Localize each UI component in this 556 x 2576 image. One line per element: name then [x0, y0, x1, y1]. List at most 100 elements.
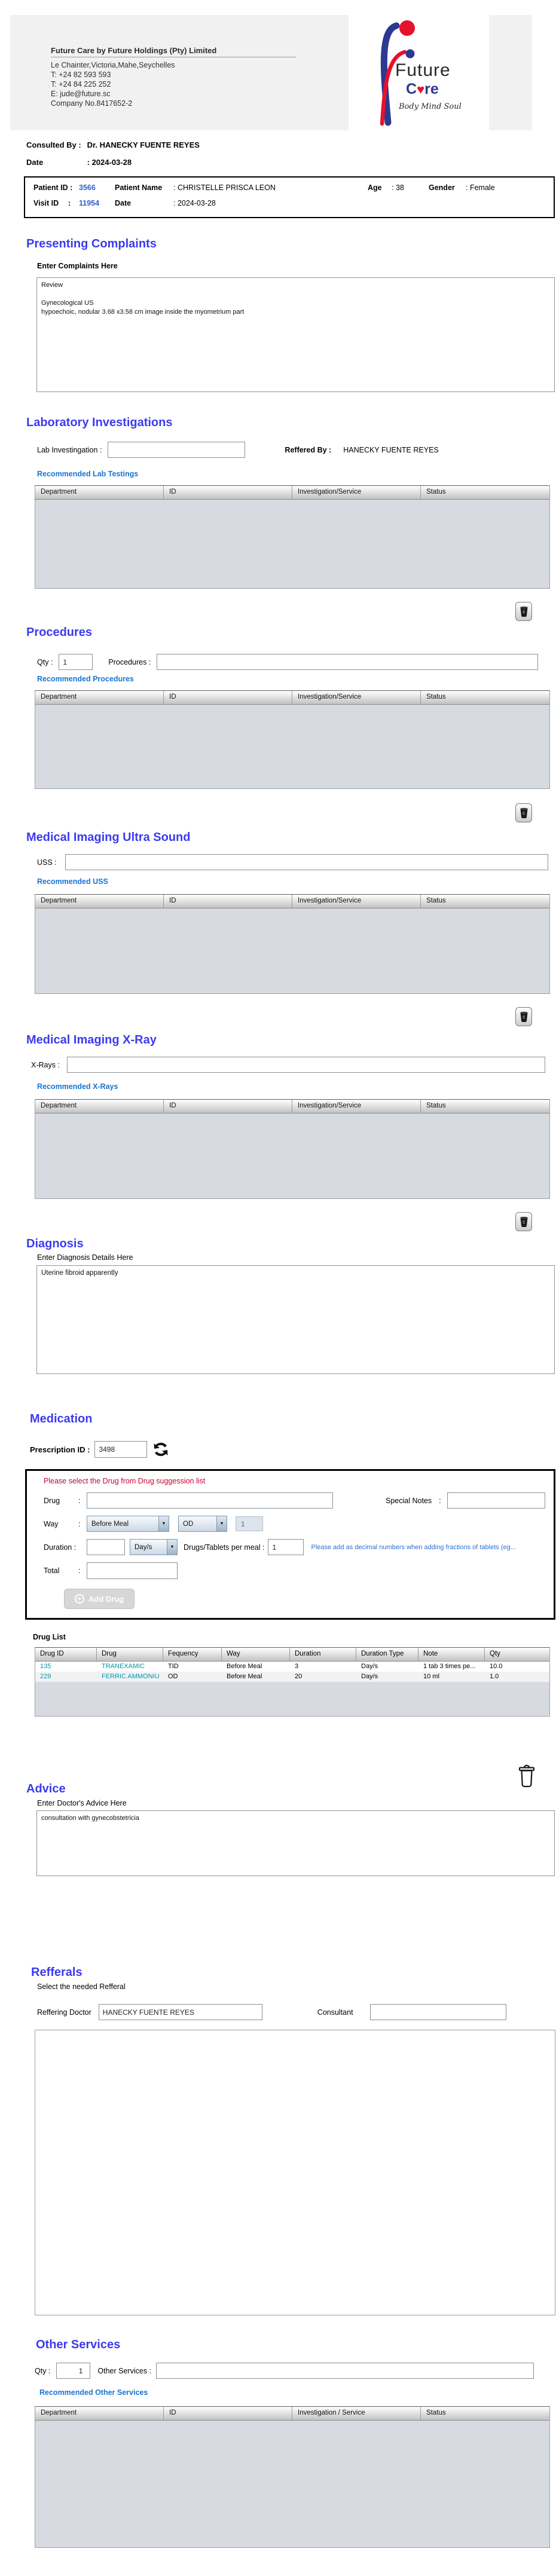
drug-table-row[interactable]: 229 FERRIC AMMONIU OD Before Meal 20 Day… — [35, 1672, 549, 1682]
chevron-down-icon: ▼ — [158, 1516, 169, 1531]
diagnosis-textarea[interactable]: Uterine fibroid apparently — [36, 1265, 555, 1374]
xray-delete-button[interactable]: c — [515, 1212, 532, 1231]
total-row: Total : — [44, 1562, 554, 1579]
procedures-delete-button[interactable]: c — [515, 803, 532, 822]
other-col-status[interactable]: Status — [421, 2407, 549, 2420]
drug-col-way[interactable]: Way — [222, 1648, 290, 1661]
recommended-lab-testings-link[interactable]: Recommended Lab Testings — [37, 470, 138, 478]
lab-investigation-input[interactable] — [108, 442, 246, 458]
consult-date-value: : 2024-03-28 — [87, 158, 132, 167]
other-qty-input[interactable] — [56, 2363, 91, 2379]
drug-col-duration[interactable]: Duration — [290, 1648, 356, 1661]
patient-gender-label: Gender — [429, 183, 455, 192]
way-select[interactable]: Before Meal ▼ — [87, 1516, 169, 1532]
xray-col-status[interactable]: Status — [421, 1100, 549, 1113]
lab-col-department[interactable]: Department — [35, 486, 164, 499]
uss-col-department[interactable]: Department — [35, 895, 164, 908]
procedures-qty-label: Qty : — [37, 657, 53, 666]
section-title-advice: Advice — [26, 1782, 66, 1795]
reffering-doctor-input[interactable] — [98, 2004, 262, 2020]
duration-input[interactable] — [87, 1539, 125, 1555]
logo-care-re: re — [424, 81, 439, 97]
recommended-other-services-link[interactable]: Recommended Other Services — [39, 2388, 148, 2397]
per-meal-input[interactable] — [268, 1539, 304, 1555]
procedures-col-id[interactable]: ID — [164, 691, 292, 704]
complaints-sublabel: Enter Complaints Here — [37, 262, 118, 270]
uss-col-id[interactable]: ID — [164, 895, 292, 908]
uss-col-service[interactable]: Investigation/Service — [292, 895, 421, 908]
xray-field-row: X-Rays : — [31, 1057, 556, 1073]
procedures-qty-input[interactable] — [59, 654, 93, 670]
lab-table-header: Department ID Investigation/Service Stat… — [35, 486, 549, 500]
visit-id-colon: : — [68, 199, 71, 207]
special-notes-input[interactable] — [447, 1492, 546, 1509]
consultation-report-page: Future Care by Future Holdings (Pty) Lim… — [0, 0, 556, 2576]
other-col-department[interactable]: Department — [35, 2407, 164, 2420]
xray-input[interactable] — [66, 1057, 545, 1073]
patient-id-value: 3566 — [79, 183, 96, 192]
drug-input[interactable] — [87, 1492, 333, 1509]
drug-col-qty[interactable]: Qty — [485, 1648, 549, 1661]
logo-care-c: C — [406, 81, 417, 97]
prescription-id-label: Prescription ID : — [30, 1445, 90, 1454]
frequency-select[interactable]: OD ▼ — [178, 1516, 227, 1532]
refferal-list-box[interactable] — [35, 2030, 555, 2315]
uss-delete-button[interactable]: c — [515, 1007, 532, 1026]
consultant-input[interactable] — [369, 2004, 506, 2020]
procedures-field-row: Qty : Procedures : — [37, 654, 556, 670]
uss-input[interactable] — [65, 854, 548, 870]
drug-table-row[interactable]: 135 TRANEXAMIC TID Before Meal 3 Day/s 1… — [35, 1662, 549, 1672]
other-col-service[interactable]: Investigation / Service — [292, 2407, 421, 2420]
duration-label: Duration : — [44, 1543, 77, 1552]
complaints-textarea[interactable]: Review Gynecological US hypoechoic, nodu… — [36, 277, 555, 392]
duration-type-select[interactable]: Day/s ▼ — [130, 1539, 178, 1555]
lab-col-id[interactable]: ID — [164, 486, 292, 499]
procedures-col-service[interactable]: Investigation/Service — [292, 691, 421, 704]
drug-col-frequency[interactable]: Fequency — [163, 1648, 222, 1661]
visit-date-label: Date — [115, 199, 132, 207]
procedures-actions: c — [0, 803, 550, 822]
logo-wordmark-care: C♥re — [406, 81, 439, 98]
procedures-col-status[interactable]: Status — [421, 691, 549, 704]
other-services-input[interactable] — [156, 2363, 534, 2379]
procedures-col-department[interactable]: Department — [35, 691, 164, 704]
prescription-id-input[interactable] — [94, 1441, 148, 1458]
xray-col-id[interactable]: ID — [164, 1100, 292, 1113]
section-title-refferals: Refferals — [31, 1966, 83, 1979]
patient-row-1: Patient ID : 3566 Patient Name : CHRISTE… — [33, 183, 545, 192]
other-services-table-body — [35, 2421, 549, 2547]
procedures-input[interactable] — [157, 654, 539, 670]
xray-table-header: Department ID Investigation/Service Stat… — [35, 1100, 549, 1113]
lab-actions: c — [0, 602, 550, 621]
brand-logo: Future C♥re Body Mind Soul — [349, 15, 489, 130]
drug-col-duration-type[interactable]: Duration Type — [356, 1648, 418, 1661]
lab-delete-button[interactable]: c — [515, 602, 532, 621]
company-name: Future Care by Future Holdings (Pty) Lim… — [51, 46, 217, 55]
recommended-uss-link[interactable]: Recommended USS — [37, 877, 108, 886]
trash-icon: c — [520, 1011, 528, 1022]
other-col-id[interactable]: ID — [164, 2407, 292, 2420]
advice-delete-button[interactable] — [517, 1764, 537, 1788]
lab-col-service[interactable]: Investigation/Service — [292, 486, 421, 499]
drug-list-label: Drug List — [33, 1633, 66, 1641]
drug-col-id[interactable]: Drug ID — [35, 1648, 97, 1661]
lab-col-status[interactable]: Status — [421, 486, 549, 499]
recommended-xrays-link[interactable]: Recommended X-Rays — [37, 1082, 118, 1091]
drug-note-cell: 1 tab 3 times pe... — [423, 1663, 476, 1670]
total-input[interactable] — [87, 1562, 178, 1579]
add-drug-button[interactable]: + Add Drug — [64, 1589, 135, 1609]
drug-col-drug[interactable]: Drug — [97, 1648, 163, 1661]
advice-section: Advice Enter Doctor's Advice Here consul… — [0, 1764, 556, 1876]
svg-text:c: c — [523, 1219, 525, 1225]
drug-col-note[interactable]: Note — [418, 1648, 485, 1661]
xray-col-department[interactable]: Department — [35, 1100, 164, 1113]
advice-textarea[interactable]: consultation with gynecobstetricia — [36, 1810, 555, 1876]
drug-table-filler — [35, 1682, 549, 1716]
drug-id-cell: 229 — [40, 1673, 51, 1680]
recommended-procedures-link[interactable]: Recommended Procedures — [37, 675, 134, 683]
refresh-icon[interactable] — [152, 1440, 170, 1458]
xray-col-service[interactable]: Investigation/Service — [292, 1100, 421, 1113]
company-phone-1: T: +24 82 593 593 — [51, 71, 111, 79]
uss-table: Department ID Investigation/Service Stat… — [35, 894, 550, 994]
uss-col-status[interactable]: Status — [421, 895, 549, 908]
